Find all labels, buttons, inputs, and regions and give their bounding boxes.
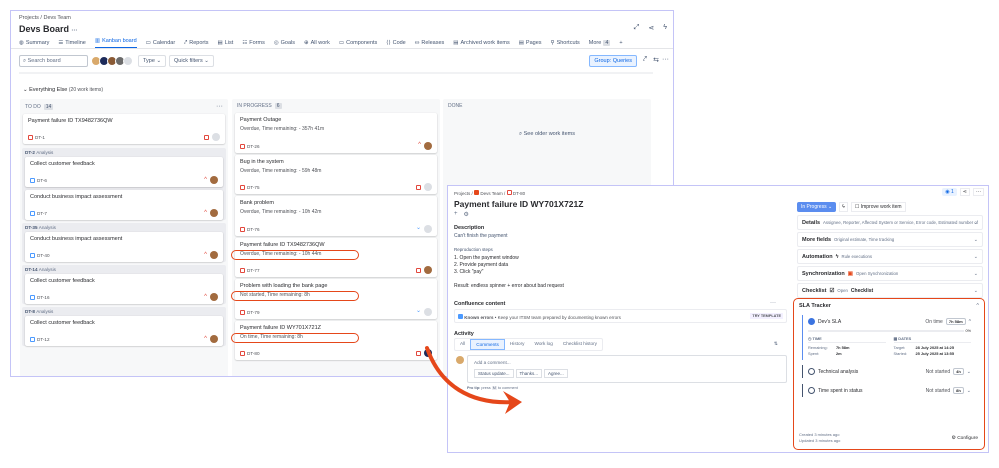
arrow-curve [425,346,517,405]
annotation-arrow [425,346,522,414]
